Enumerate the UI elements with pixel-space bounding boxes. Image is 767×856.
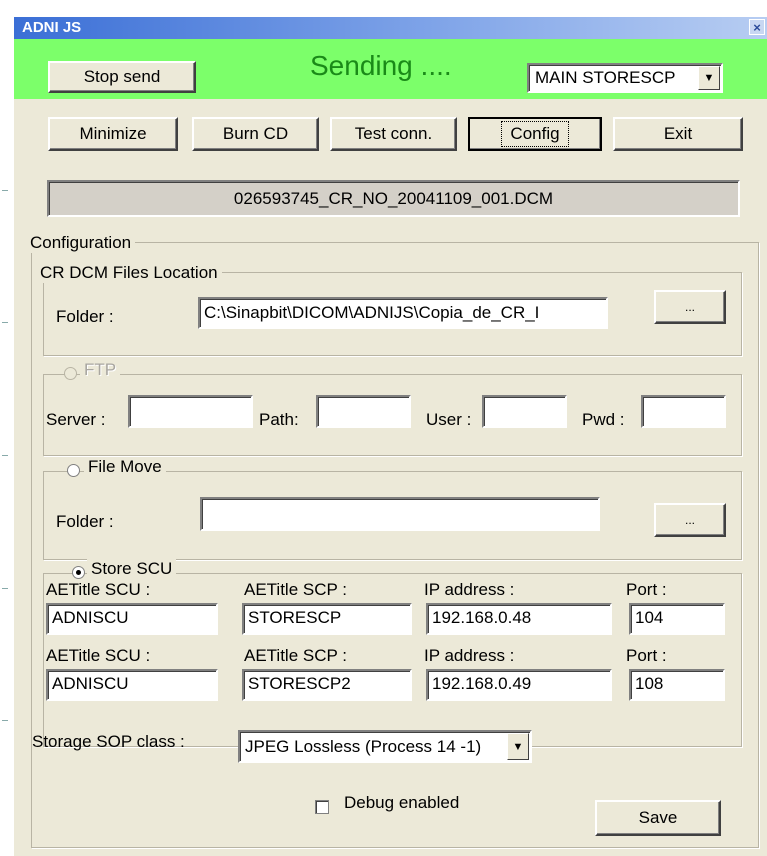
ftp-radio (64, 367, 77, 380)
aetitle-scp-field[interactable]: STORESCP2 (242, 669, 412, 701)
stop-send-button[interactable]: Stop send (48, 61, 196, 93)
test-conn-button[interactable]: Test conn. (330, 117, 457, 151)
burn-cd-label: Burn CD (222, 124, 289, 143)
edge-tick (2, 190, 8, 191)
port-field[interactable]: 108 (629, 669, 725, 701)
minimize-button[interactable]: Minimize (48, 117, 178, 151)
exit-label: Exit (663, 124, 693, 143)
ftp-path-label: Path: (259, 410, 299, 429)
current-file-display: 026593745_CR_NO_20041109_001.DCM (47, 180, 740, 217)
cr-browse-label: ... (684, 300, 695, 314)
ip-address-field[interactable]: 192.168.0.49 (426, 669, 612, 701)
edge-tick (2, 455, 8, 456)
aetitle-scp-label: AETitle SCP : (244, 646, 347, 665)
minimize-label: Minimize (79, 124, 147, 143)
edge-tick (2, 588, 8, 589)
port-label: Port : (626, 646, 667, 665)
app-window: ADNI JS × Stop send Sending .... MAIN ST… (14, 17, 767, 856)
ftp-pwd-label: Pwd : (582, 410, 625, 429)
cr-folder-field[interactable]: C:\Sinapbit\DICOM\ADNIJS\Copia_de_CR_I (198, 297, 608, 329)
aetitle-scp-field[interactable]: STORESCP (242, 603, 412, 635)
ip-address-field[interactable]: 192.168.0.48 (426, 603, 612, 635)
cr-folder-label: Folder : (56, 307, 114, 326)
config-button[interactable]: Config (468, 117, 602, 151)
sending-status-text: Sending .... (310, 50, 452, 81)
file-move-browse-label: ... (684, 513, 695, 527)
debug-label: Debug enabled (344, 793, 460, 812)
cr-location-legend: CR DCM Files Location (36, 263, 222, 283)
close-icon[interactable]: × (749, 19, 765, 35)
store-scu-radio[interactable] (72, 566, 85, 579)
debug-checkbox[interactable] (315, 800, 329, 814)
ftp-legend: FTP (80, 360, 121, 380)
window-title: ADNI JS (22, 19, 82, 36)
ftp-user-label: User : (426, 410, 472, 429)
save-button[interactable]: Save (595, 800, 721, 836)
ftp-server-label: Server : (46, 410, 106, 429)
file-move-folder-field[interactable] (200, 497, 600, 531)
sop-class-label: Storage SOP class : (32, 732, 185, 751)
test-conn-label: Test conn. (354, 124, 433, 143)
file-move-folder-label: Folder : (56, 512, 114, 531)
stop-send-label: Stop send (83, 67, 161, 86)
port-label: Port : (626, 580, 667, 599)
destination-select[interactable]: MAIN STORESCP ▼ (527, 63, 723, 93)
chevron-down-icon[interactable]: ▼ (507, 733, 529, 760)
aetitle-scu-field[interactable]: ADNISCU (46, 603, 218, 635)
destination-value: MAIN STORESCP (535, 68, 676, 87)
ftp-server-field[interactable] (128, 395, 253, 428)
sop-class-value: JPEG Lossless (Process 14 -1) (245, 736, 482, 756)
ftp-pwd-field[interactable] (641, 395, 726, 428)
ftp-user-field[interactable] (482, 395, 567, 428)
aetitle-scu-label: AETitle SCU : (46, 580, 151, 599)
config-label: Config (501, 121, 569, 147)
title-bar[interactable]: ADNI JS × (14, 17, 767, 39)
background-edge (0, 0, 14, 856)
edge-tick (2, 322, 8, 323)
edge-tick (2, 720, 8, 721)
burn-cd-button[interactable]: Burn CD (192, 117, 319, 151)
chevron-down-icon[interactable]: ▼ (698, 66, 720, 90)
configuration-legend: Configuration (26, 233, 136, 253)
aetitle-scu-label: AETitle SCU : (46, 646, 151, 665)
sop-class-select[interactable]: JPEG Lossless (Process 14 -1) ▼ (238, 730, 532, 763)
file-move-radio[interactable] (67, 464, 80, 477)
file-move-legend: File Move (84, 457, 166, 477)
file-move-browse-button[interactable]: ... (654, 503, 726, 537)
store-scu-legend: Store SCU (87, 559, 177, 579)
aetitle-scu-field[interactable]: ADNISCU (46, 669, 218, 701)
port-field[interactable]: 104 (629, 603, 725, 635)
exit-button[interactable]: Exit (613, 117, 743, 151)
cr-browse-button[interactable]: ... (654, 290, 726, 324)
ip-address-label: IP address : (424, 646, 515, 665)
save-label: Save (638, 808, 678, 827)
aetitle-scp-label: AETitle SCP : (244, 580, 347, 599)
ftp-path-field[interactable] (316, 395, 411, 428)
ip-address-label: IP address : (424, 580, 515, 599)
